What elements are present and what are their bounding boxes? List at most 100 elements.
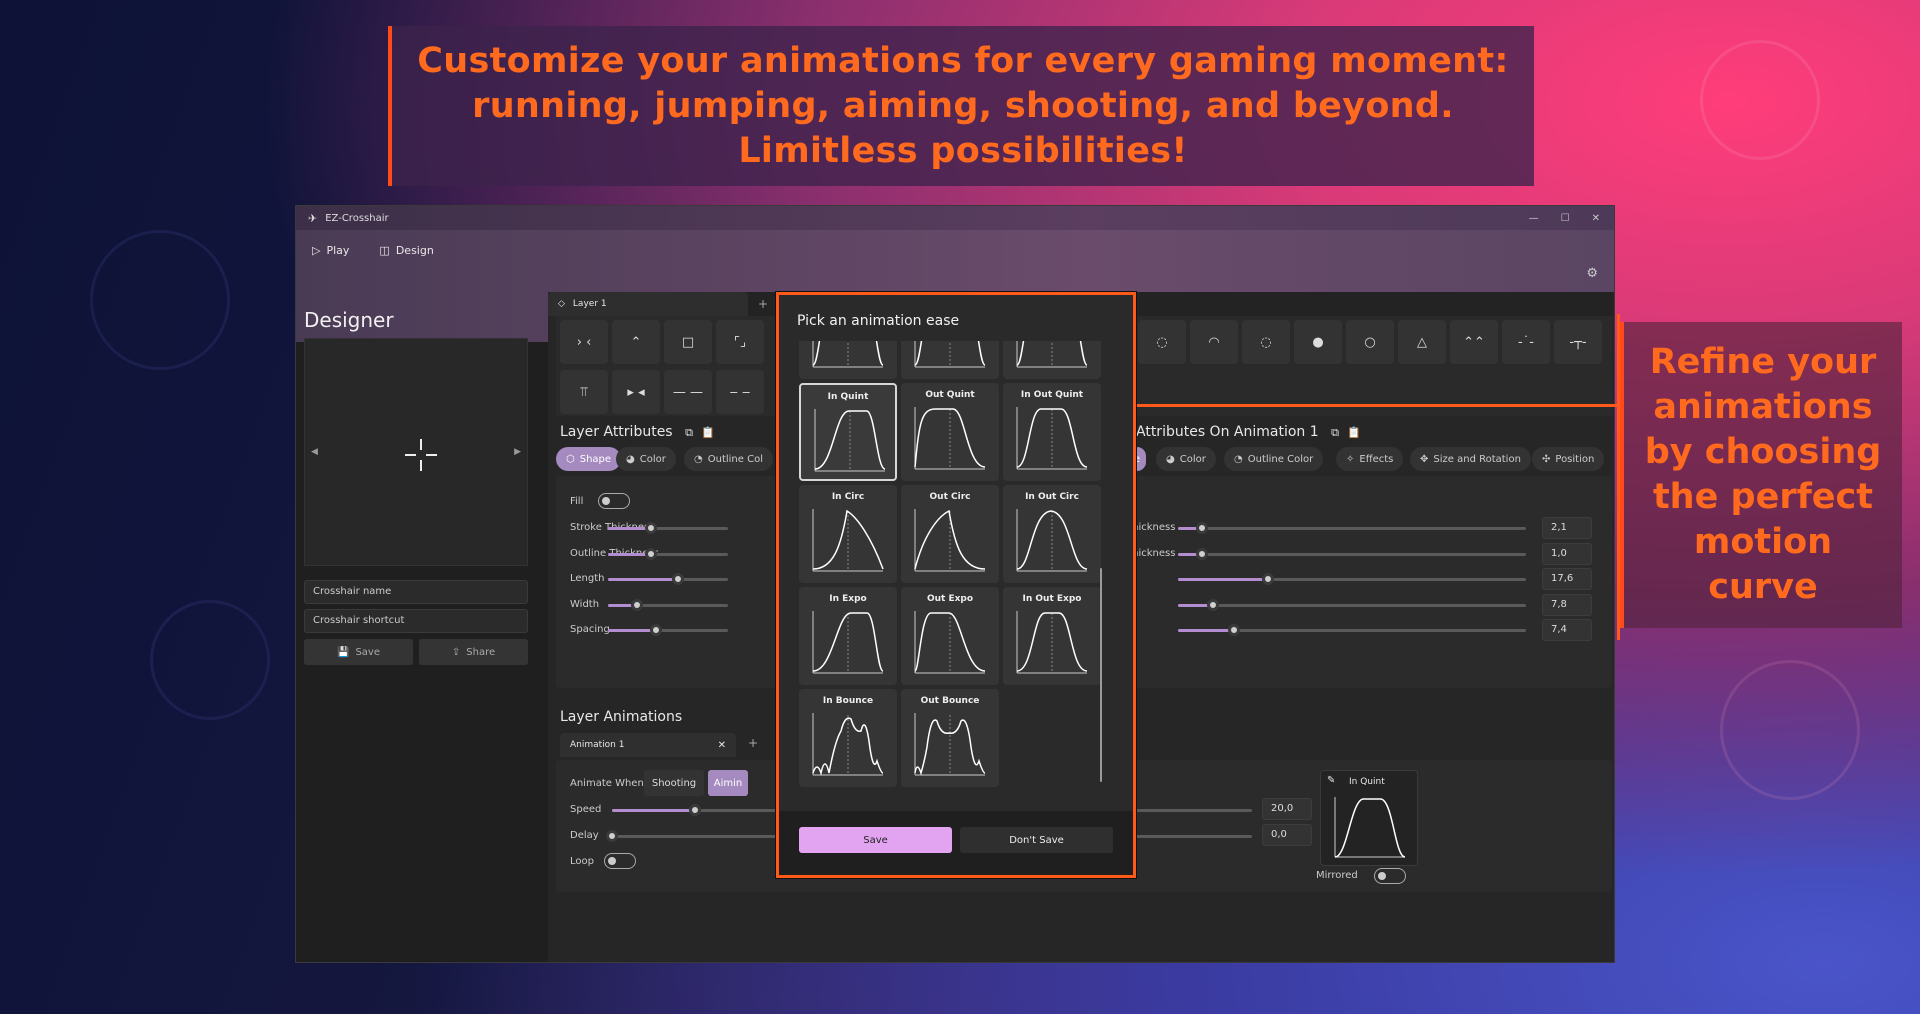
ease-option-in-circ[interactable]: In Circ (799, 485, 897, 583)
shape-option[interactable]: ⌃⌃ (1450, 320, 1498, 364)
segment-aiming[interactable]: Aimin (708, 770, 748, 796)
chip-effects[interactable]: ✧ Effects (1336, 447, 1404, 471)
next-arrow-icon[interactable]: ▶ (514, 447, 521, 457)
layer-attr-slider[interactable] (608, 522, 728, 534)
shape-option[interactable]: ⌜⌟ (716, 320, 764, 364)
ease-option-in-out-quint[interactable]: In Out Quint (1003, 383, 1101, 481)
chip-shape[interactable]: ⬡ Shape (556, 447, 622, 471)
tab-animation-1[interactable]: Animation 1 ✕ (560, 733, 736, 757)
chip-color[interactable]: ◕ Color (616, 447, 676, 471)
anim-attr-slider-knob[interactable] (1227, 624, 1240, 636)
ease-option[interactable] (1003, 341, 1101, 379)
add-animation-icon[interactable]: + (748, 736, 758, 750)
ease-option[interactable] (799, 341, 897, 379)
layer-attr-slider-knob[interactable] (671, 573, 684, 585)
chip-outline-color[interactable]: ◔ Outline Col (684, 447, 773, 471)
ease-option-in-out-expo[interactable]: In Out Expo (1003, 587, 1101, 685)
anim-attr-slider[interactable] (1178, 598, 1526, 611)
layer-attr-slider[interactable] (608, 547, 728, 560)
shape-option[interactable]: ◌ (1138, 320, 1186, 364)
segment-shooting[interactable]: Shooting (644, 770, 704, 796)
anim-attr-slider-knob[interactable] (1206, 598, 1219, 611)
ease-grid-scrollbar[interactable] (1100, 568, 1102, 782)
delay-slider-knob[interactable] (606, 830, 618, 842)
layer-attr-slider-knob[interactable] (645, 547, 658, 560)
layer-attr-slider[interactable] (608, 573, 728, 585)
anim-attr-value[interactable]: 17,6 (1542, 568, 1592, 590)
save-crosshair-button[interactable]: 💾 Save (304, 639, 413, 665)
anim-attr-slider[interactable] (1178, 522, 1526, 534)
anim-attr-value[interactable]: 7,8 (1542, 593, 1592, 616)
shape-option[interactable]: □ (664, 320, 712, 364)
mirrored-toggle[interactable] (1374, 868, 1406, 884)
shape-option[interactable]: ○ (1346, 320, 1394, 364)
fill-toggle[interactable] (598, 493, 630, 509)
shape-option[interactable]: ▸ ◂ (612, 370, 660, 414)
shape-option[interactable]: ‒ ‒ (716, 370, 764, 414)
close-tab-icon[interactable]: ✕ (718, 740, 726, 751)
ease-option-out-quint[interactable]: Out Quint (901, 383, 999, 481)
ease-option-in-bounce[interactable]: In Bounce (799, 689, 897, 787)
shape-option[interactable]: — — (664, 370, 712, 414)
shape-option[interactable]: ⫪ (560, 370, 608, 414)
minimize-icon[interactable]: — (1529, 213, 1539, 224)
share-crosshair-button[interactable]: ⇪ Share (419, 639, 528, 665)
chip-size-rotation[interactable]: ✥ Size and Rotation (1410, 447, 1531, 471)
shape-option[interactable]: -┬- (1554, 320, 1602, 364)
ease-option[interactable] (901, 341, 999, 379)
shape-option[interactable]: ⌃ (612, 320, 660, 364)
crosshair-name-field[interactable]: Crosshair name (304, 580, 528, 604)
shape-option[interactable]: ◌ (1242, 320, 1290, 364)
close-icon[interactable]: ✕ (1592, 213, 1600, 224)
shape-option[interactable]: ● (1294, 320, 1342, 364)
maximize-icon[interactable]: ☐ (1561, 213, 1570, 224)
ease-option-out-bounce[interactable]: Out Bounce (901, 689, 999, 787)
shape-option[interactable]: △ (1398, 320, 1446, 364)
anim-attr-slider-knob[interactable] (1196, 547, 1209, 560)
anim-attr-value[interactable]: 7,4 (1542, 619, 1592, 641)
chip-position[interactable]: ✣ Position (1532, 447, 1605, 471)
anim-attr-value[interactable]: 1,0 (1542, 542, 1592, 565)
ease-grid: In Quint Out Quint In Out Quint In Circ Out … (799, 341, 1129, 787)
settings-gear-icon[interactable]: ⚙ (1586, 266, 1598, 281)
nav-design[interactable]: ◫ Design (379, 244, 433, 257)
anim-attr-slider[interactable] (1178, 624, 1526, 636)
ease-option-in-expo[interactable]: In Expo (799, 587, 897, 685)
ease-option-out-circ[interactable]: Out Circ (901, 485, 999, 583)
edit-icon[interactable]: ✎ (1327, 775, 1335, 786)
anim-attr-slider[interactable] (1178, 547, 1526, 560)
layer-attr-slider-knob[interactable] (645, 522, 658, 534)
shape-option[interactable]: › ‹ (560, 320, 608, 364)
speed-slider-knob[interactable] (689, 804, 702, 816)
paste-icon[interactable]: 📋 (1347, 426, 1361, 439)
current-ease-preview[interactable]: ✎ In Quint (1320, 770, 1418, 866)
prev-arrow-icon[interactable]: ◀ (311, 447, 318, 457)
layer-attr-slider[interactable] (608, 598, 728, 611)
tab-layer-1[interactable]: ◇ Layer 1 (548, 292, 748, 316)
anim-attr-value[interactable]: 2,1 (1542, 517, 1592, 539)
ease-option-out-expo[interactable]: Out Expo (901, 587, 999, 685)
chip-anim-color[interactable]: ◕ Color (1156, 447, 1216, 471)
layer-attr-slider-knob[interactable] (650, 624, 662, 636)
paste-icon[interactable]: 📋 (701, 426, 715, 439)
ease-option-in-quint[interactable]: In Quint (799, 383, 897, 481)
speed-value[interactable]: 20,0 (1262, 798, 1312, 820)
crosshair-shortcut-field[interactable]: Crosshair shortcut (304, 609, 528, 633)
shape-option[interactable]: ◠ (1190, 320, 1238, 364)
headline-banner: Customize your animations for every gami… (388, 26, 1534, 186)
ease-curve (1016, 611, 1088, 674)
shape-option[interactable]: -˙- (1502, 320, 1550, 364)
save-button[interactable]: Save (799, 827, 952, 853)
copy-icon[interactable]: ⧉ (685, 426, 693, 439)
copy-icon[interactable]: ⧉ (1331, 426, 1339, 439)
chip-anim-outline[interactable]: ◔ Outline Color (1224, 447, 1324, 471)
dont-save-button[interactable]: Don't Save (960, 827, 1113, 853)
layer-attr-slider[interactable] (608, 624, 728, 636)
loop-toggle[interactable] (604, 853, 636, 869)
anim-attr-slider[interactable] (1178, 573, 1526, 585)
ease-option-in-out-circ[interactable]: In Out Circ (1003, 485, 1101, 583)
nav-play[interactable]: ▷ Play (312, 244, 349, 257)
add-layer-icon[interactable]: + (758, 297, 768, 311)
layer-attr-slider-knob[interactable] (630, 598, 643, 611)
delay-value[interactable]: 0,0 (1262, 824, 1312, 846)
